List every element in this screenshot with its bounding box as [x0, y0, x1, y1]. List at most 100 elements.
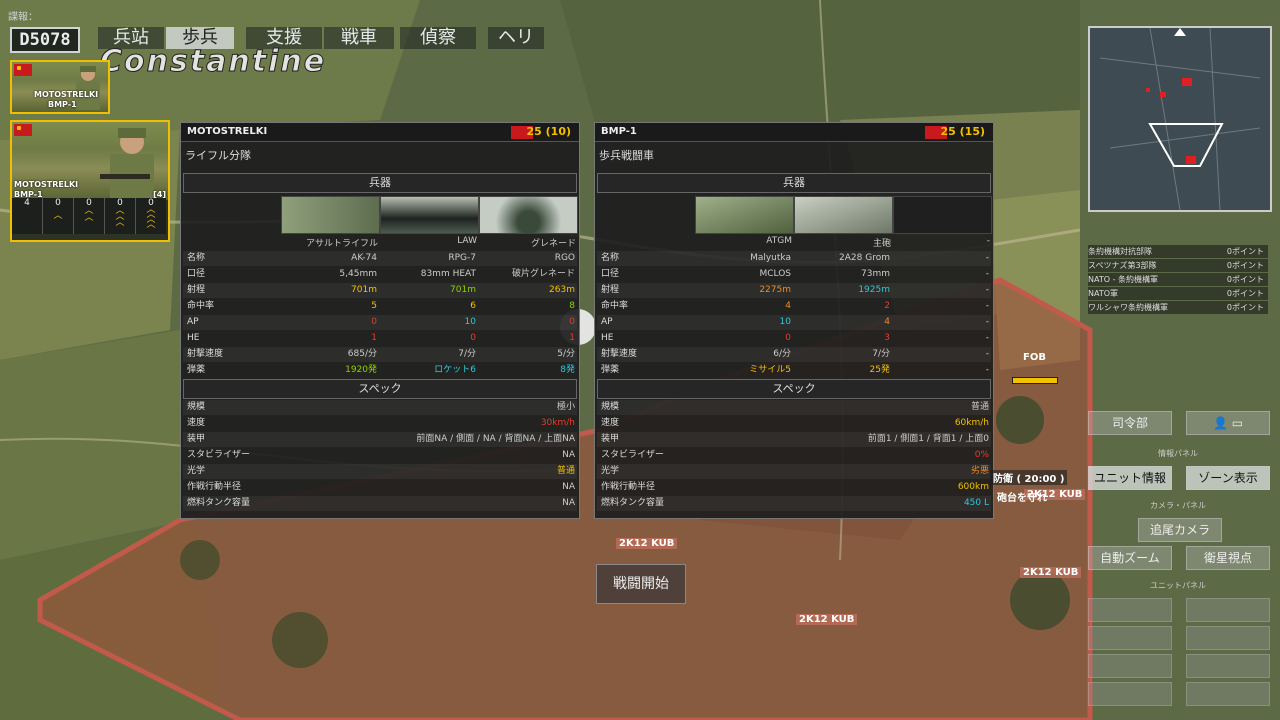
spec-row: 燃料タンク容量 NA	[183, 496, 577, 511]
law-image	[380, 196, 479, 234]
weapon-name-1: ATGM	[766, 236, 792, 246]
zone-view-button[interactable]: ゾーン表示	[1186, 466, 1270, 490]
spec-label: 装甲	[187, 434, 206, 444]
auto-zoom-button[interactable]: 自動ズーム	[1088, 546, 1172, 570]
spec-header: スペック	[183, 379, 577, 399]
unit-slot[interactable]	[1186, 654, 1270, 678]
panel-unit-name: MOTOSTRELKI	[187, 126, 268, 137]
tab-tanks[interactable]: 戦車	[324, 27, 394, 49]
spec-label: 光学	[187, 466, 206, 476]
stat-value: -	[985, 285, 989, 295]
stat-value: 2	[884, 301, 890, 311]
chevron-icon: ︿	[53, 211, 63, 221]
veterancy-slot-1[interactable]: 0 ︿	[43, 198, 74, 234]
unit-slot[interactable]	[1088, 654, 1172, 678]
veterancy-slot-4[interactable]: 0 ︿ ︿ ︿ ︿	[136, 198, 166, 234]
info-panel-label: 情報パネル	[1158, 449, 1198, 458]
stat-value: 6	[470, 301, 476, 311]
spec-value: 普通	[970, 402, 989, 412]
start-battle-button[interactable]: 戦闘開始	[596, 564, 686, 604]
stat-value: 5	[371, 301, 377, 311]
stat-value: ロケット6	[434, 365, 476, 375]
stat-value: 83mm HEAT	[420, 269, 476, 279]
stat-value: 1	[569, 333, 575, 343]
spec-value: NA	[562, 482, 575, 492]
unit-slot[interactable]	[1088, 598, 1172, 622]
deploy-points: D5078	[10, 27, 80, 53]
weapon-name-3: グレネード	[530, 239, 576, 249]
fob-label[interactable]: FOB	[1020, 352, 1049, 363]
stat-value: -	[985, 269, 989, 279]
stat-value: -	[985, 301, 989, 311]
veterancy-slot-3[interactable]: 0 ︿ ︿ ︿	[105, 198, 136, 234]
unit-card-small[interactable]: MOTOSTRELKI BMP-1	[10, 60, 110, 114]
spec-row: 燃料タンク容量 450 L	[597, 496, 991, 511]
stat-value: 0	[470, 333, 476, 343]
stat-value: -	[985, 253, 989, 263]
spec-label: 燃料タンク容量	[601, 498, 665, 508]
tab-recon[interactable]: 偵察	[400, 27, 476, 49]
unit-slot[interactable]	[1186, 626, 1270, 650]
stat-label: 名称	[187, 253, 206, 263]
veterancy-slot-2[interactable]: 0 ︿ ︿	[74, 198, 105, 234]
weapon-name-1: アサルトライフル	[305, 239, 378, 249]
spec-value: NA	[562, 450, 575, 460]
stat-label: 口径	[187, 269, 206, 279]
double-chevron-icon: ︿ ︿	[84, 206, 94, 223]
stat-label: 命中率	[601, 301, 629, 311]
stat-value: 701m	[450, 285, 476, 295]
spec-label: 速度	[601, 418, 620, 428]
stat-value: 10	[464, 317, 476, 327]
stat-value: 5,45mm	[339, 269, 377, 279]
stat-value: ミサイル5	[749, 365, 791, 375]
objective-sub-label: 砲台を守れ	[997, 493, 1047, 504]
spec-label: 規模	[601, 402, 620, 412]
stat-value: 2275m	[759, 285, 791, 295]
follow-camera-button[interactable]: 追尾カメラ	[1138, 518, 1222, 542]
unit-slot[interactable]	[1088, 626, 1172, 650]
spec-label: 作戦行動半径	[601, 482, 656, 492]
headquarters-button[interactable]: 司令部	[1088, 411, 1172, 435]
veterancy-slot-0[interactable]: 4	[12, 198, 43, 234]
stat-row: 射撃速度 6/分 7/分 -	[597, 347, 991, 362]
spec-row: 装甲 前面NA / 側面 / NA / 背面NA / 上面NA	[183, 432, 577, 447]
unit-label-kub[interactable]: 2K12 KUB	[1020, 567, 1082, 578]
unit-label-kub[interactable]: 2K12 KUB	[616, 538, 678, 549]
unit-panel-label: ユニットパネル	[1150, 581, 1206, 590]
panel-unit-name: BMP-1	[601, 126, 637, 137]
empty-weapon-slot	[893, 196, 992, 234]
weapons-header: 兵器	[183, 173, 577, 193]
spec-value: 前面1 / 側面1 / 背面1 / 上面0	[867, 434, 989, 444]
stat-label: 命中率	[187, 301, 215, 311]
stat-value: 8発	[560, 365, 575, 375]
spec-row: 速度 30km/h	[183, 416, 577, 431]
stat-value: 6/分	[773, 349, 791, 359]
minimap[interactable]	[1088, 26, 1272, 212]
stat-row: HE 1 0 1	[183, 331, 577, 346]
soviet-flag-icon	[14, 124, 32, 136]
stat-value: -	[985, 317, 989, 327]
spec-row: 作戦行動半径 600km	[597, 480, 991, 495]
panel-unit-class: 歩兵戦闘車	[599, 149, 654, 162]
stat-value: Malyutka	[750, 253, 791, 263]
stat-row: 名称 Malyutka 2A28 Grom -	[597, 251, 991, 266]
stat-value: RPG-7	[448, 253, 476, 263]
spec-label: 光学	[601, 466, 620, 476]
spec-label: スタビライザー	[187, 450, 251, 460]
spec-value: NA	[562, 498, 575, 508]
unit-slot[interactable]	[1186, 682, 1270, 706]
unit-slot[interactable]	[1088, 682, 1172, 706]
unit-slot[interactable]	[1186, 598, 1270, 622]
spec-header: スペック	[597, 379, 991, 399]
unit-label-kub[interactable]: 2K12 KUB	[796, 614, 858, 625]
card-unit-name: MOTOSTRELKI	[14, 180, 79, 189]
fob-supply-bar	[1012, 377, 1058, 384]
grenade-image	[479, 196, 578, 234]
spec-row: 規模 極小	[183, 400, 577, 415]
unit-info-button[interactable]: ユニット情報	[1088, 466, 1172, 490]
stat-row: 弾薬 1920発 ロケット6 8発	[183, 363, 577, 378]
chat-toggle-button[interactable]: 👤 ▭	[1186, 411, 1270, 435]
tab-helicopters[interactable]: ヘリ	[488, 27, 544, 49]
score-row: NATO - 条約機構軍 0ポイント	[1088, 273, 1268, 286]
satellite-view-button[interactable]: 衛星視点	[1186, 546, 1270, 570]
